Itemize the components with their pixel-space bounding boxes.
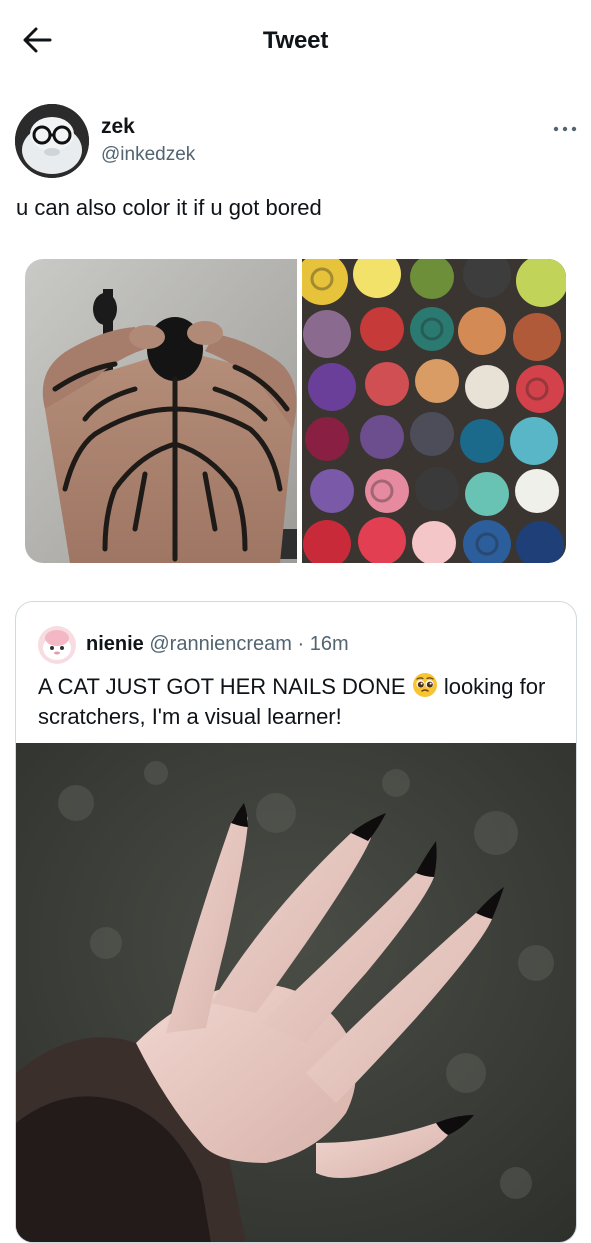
quoted-tweet-photo[interactable] [16,743,576,1242]
meta-separator: · [297,633,305,655]
quoted-author-name[interactable]: nienie [86,633,144,655]
tweet-text: u can also color it if u got bored [16,195,322,220]
author-avatar[interactable] [15,104,89,178]
quoted-tweet-header: nienie @ranniencream · 16m [86,633,349,656]
quoted-text-part-1: A CAT JUST GOT HER NAILS DONE [38,674,406,699]
quoted-author-avatar[interactable] [38,626,76,664]
avatar-image [38,626,76,664]
author-name[interactable]: zek [101,115,135,139]
quoted-tweet-text: A CAT JUST GOT HER NAILS DONE looking fo… [38,672,558,732]
top-bar: Tweet [0,0,591,82]
tweet-photo-markers[interactable] [296,259,566,563]
tweet-photo-back-tattoo[interactable] [25,259,297,563]
quoted-author-handle[interactable]: @ranniencream [149,633,292,655]
page-title: Tweet [262,27,329,54]
more-options-button[interactable] [552,122,578,136]
more-horizontal-icon [553,126,577,132]
quoted-tweet[interactable]: nienie @ranniencream · 16m A CAT JUST GO… [15,601,577,1243]
avatar-image [15,104,89,178]
quoted-tweet-time[interactable]: 16m [310,633,349,655]
author-handle[interactable]: @inkedzek [101,144,195,166]
pleading-face-icon [412,673,437,697]
tweet-media-grid [25,259,566,563]
